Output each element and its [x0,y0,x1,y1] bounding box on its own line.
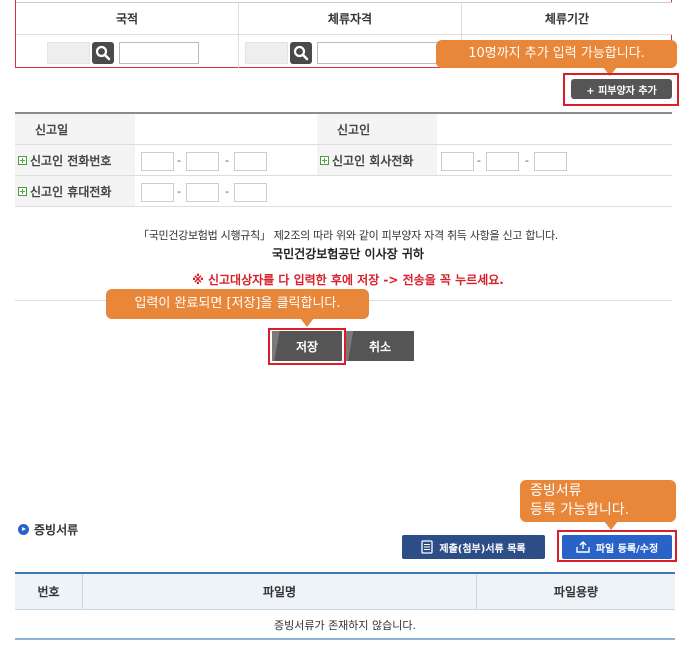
phone-part2-input[interactable] [186,152,219,171]
column-header-filesize: 파일용량 [477,574,675,609]
column-divider [476,574,477,609]
company-phone-part2-input[interactable] [486,152,519,171]
submitted-docs-list-button[interactable]: 제출(첨부)서류 목록 [402,535,545,559]
add-dependent-button[interactable]: + 피부양자 추가 [571,79,672,99]
empty-message: 증빙서류가 존재하지 않습니다. [273,619,417,632]
file-register-button[interactable]: 파일 등록/수정 [562,535,672,559]
company-phone-label-cell: + 신고인 회사전화 [317,145,437,175]
evidence-section-heading: 증빙서류 [18,521,78,538]
tooltip-arrow [300,318,314,327]
upload-tray-icon [576,541,590,553]
save-warning-text: ※ 신고대상자를 다 입력한 후에 저장 -> 전송을 꼭 누르세요. [192,273,504,287]
evidence-table: 번호 파일명 파일용량 증빙서류가 존재하지 않습니다. [15,572,675,640]
stay-status-code-box [245,42,288,64]
plus-icon: + [18,186,27,196]
addressee-text: 국민건강보험공단 이사장 귀하 [272,247,424,261]
company-phone-part3-input[interactable] [534,152,567,171]
reporter-mobile-label: 신고인 휴대전화 [30,184,112,199]
reporter-table: 신고일 신고인 + 신고인 전화번호 - - + 신고인 회사전화 - - + … [15,112,672,207]
reporter-phone-label-cell: + 신고인 전화번호 [15,145,135,175]
cancel-button[interactable]: 취소 [346,331,414,361]
report-row: + 신고인 전화번호 - - + 신고인 회사전화 - - [15,145,672,176]
save-tooltip: 입력이 완료되면 [저장]을 클릭합니다. [106,289,369,319]
nationality-code-box [47,42,90,64]
header-stay-status: 체류자격 [239,2,461,35]
evidence-tooltip: 증빙서류 등록 가능합니다. [520,480,676,522]
evidence-tooltip-line2: 등록 가능합니다. [530,502,630,518]
reporter-company-phone-label: 신고인 회사전화 [332,153,414,168]
dash: - [177,154,181,167]
mobile-part3-input[interactable] [234,183,267,202]
phone-part1-input[interactable] [141,152,174,171]
dash: - [525,154,529,167]
column-header-filename: 파일명 [83,574,476,609]
stay-status-search-button[interactable] [290,42,312,64]
mobile-part1-input[interactable] [141,183,174,202]
mobile-part2-input[interactable] [186,183,219,202]
tooltip-arrow [604,521,618,530]
reporter-label: 신고인 [317,114,437,144]
column-divider [238,2,239,68]
reporter-phone-label: 신고인 전화번호 [30,153,112,168]
column-header-number: 번호 [15,574,82,609]
bullet-icon [18,524,29,535]
dash: - [225,154,229,167]
stay-status-name-input[interactable] [317,42,447,64]
report-date-label: 신고일 [15,114,135,144]
plus-icon: + [18,155,27,165]
file-register-label: 파일 등록/수정 [595,543,659,555]
column-divider [82,574,83,609]
dash: - [177,185,181,198]
header-stay-period: 체류기간 [462,2,672,35]
submitted-docs-list-label: 제출(첨부)서류 목록 [439,543,526,555]
add-dependent-tooltip: 10명까지 추가 입력 가능합니다. [436,40,677,68]
evidence-section-title: 증빙서류 [34,523,79,537]
search-icon [293,45,309,61]
search-icon [95,45,111,61]
evidence-tooltip-line1: 증빙서류 [530,483,582,499]
nationality-search-button[interactable] [92,42,114,64]
plus-icon: + [320,155,329,165]
report-row: 신고일 신고인 [15,114,672,145]
regulation-text: 「국민건강보험법 시행규칙」 제2조의 따라 위와 같이 피부양자 자격 취득 … [138,229,558,242]
company-phone-part1-input[interactable] [441,152,474,171]
document-list-icon [421,540,434,554]
mobile-label-cell: + 신고인 휴대전화 [15,176,135,206]
phone-part3-input[interactable] [234,152,267,171]
header-nationality: 국적 [16,2,238,35]
nationality-name-input[interactable] [119,42,199,64]
dash: - [477,154,481,167]
save-button[interactable]: 저장 [272,331,342,361]
report-row: + 신고인 휴대전화 - - [15,176,672,207]
dash: - [225,185,229,198]
